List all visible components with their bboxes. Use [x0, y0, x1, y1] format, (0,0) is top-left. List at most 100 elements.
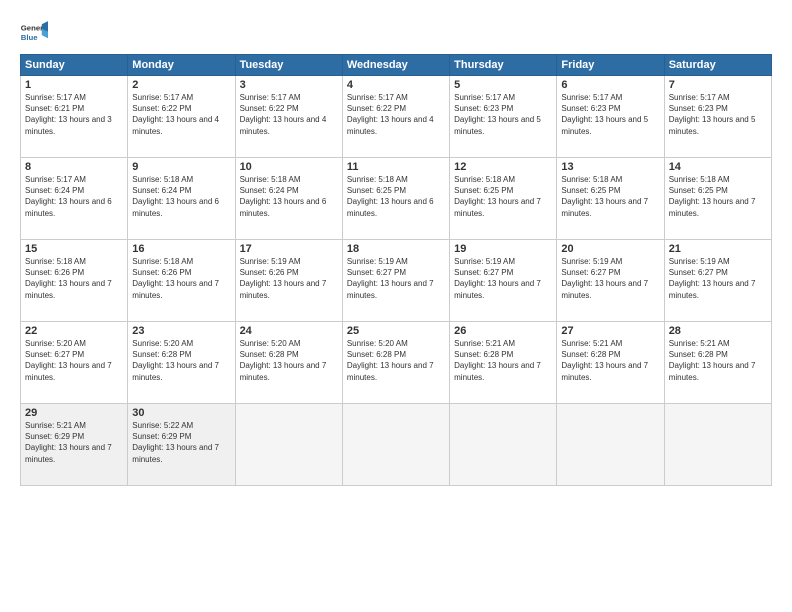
calendar-cell: 15Sunrise: 5:18 AMSunset: 6:26 PMDayligh…: [21, 240, 128, 322]
day-number: 4: [347, 79, 445, 91]
calendar-cell: 13Sunrise: 5:18 AMSunset: 6:25 PMDayligh…: [557, 158, 664, 240]
day-number: 13: [561, 161, 659, 173]
calendar-cell: 6Sunrise: 5:17 AMSunset: 6:23 PMDaylight…: [557, 76, 664, 158]
day-info: Sunrise: 5:20 AMSunset: 6:28 PMDaylight:…: [347, 338, 445, 383]
day-info: Sunrise: 5:18 AMSunset: 6:25 PMDaylight:…: [669, 174, 767, 219]
calendar-cell: 17Sunrise: 5:19 AMSunset: 6:26 PMDayligh…: [235, 240, 342, 322]
calendar-cell: [235, 404, 342, 486]
day-info: Sunrise: 5:18 AMSunset: 6:25 PMDaylight:…: [561, 174, 659, 219]
calendar-cell: 1Sunrise: 5:17 AMSunset: 6:21 PMDaylight…: [21, 76, 128, 158]
day-number: 22: [25, 325, 123, 337]
day-info: Sunrise: 5:22 AMSunset: 6:29 PMDaylight:…: [132, 420, 230, 465]
calendar-cell: 18Sunrise: 5:19 AMSunset: 6:27 PMDayligh…: [342, 240, 449, 322]
calendar-cell: 29Sunrise: 5:21 AMSunset: 6:29 PMDayligh…: [21, 404, 128, 486]
calendar-cell: 19Sunrise: 5:19 AMSunset: 6:27 PMDayligh…: [450, 240, 557, 322]
day-info: Sunrise: 5:17 AMSunset: 6:23 PMDaylight:…: [561, 92, 659, 137]
calendar-cell: 8Sunrise: 5:17 AMSunset: 6:24 PMDaylight…: [21, 158, 128, 240]
page: General Blue SundayMondayTuesdayWednesda…: [0, 0, 792, 612]
weekday-header-wednesday: Wednesday: [342, 55, 449, 76]
day-number: 12: [454, 161, 552, 173]
weekday-header-thursday: Thursday: [450, 55, 557, 76]
calendar-cell: 27Sunrise: 5:21 AMSunset: 6:28 PMDayligh…: [557, 322, 664, 404]
day-info: Sunrise: 5:19 AMSunset: 6:27 PMDaylight:…: [454, 256, 552, 301]
day-number: 5: [454, 79, 552, 91]
calendar-cell: 11Sunrise: 5:18 AMSunset: 6:25 PMDayligh…: [342, 158, 449, 240]
day-info: Sunrise: 5:17 AMSunset: 6:22 PMDaylight:…: [240, 92, 338, 137]
day-info: Sunrise: 5:18 AMSunset: 6:24 PMDaylight:…: [132, 174, 230, 219]
day-info: Sunrise: 5:17 AMSunset: 6:23 PMDaylight:…: [669, 92, 767, 137]
calendar-body: 1Sunrise: 5:17 AMSunset: 6:21 PMDaylight…: [21, 76, 772, 486]
calendar-cell: 2Sunrise: 5:17 AMSunset: 6:22 PMDaylight…: [128, 76, 235, 158]
day-number: 30: [132, 407, 230, 419]
weekday-header-friday: Friday: [557, 55, 664, 76]
calendar-cell: 10Sunrise: 5:18 AMSunset: 6:24 PMDayligh…: [235, 158, 342, 240]
day-info: Sunrise: 5:17 AMSunset: 6:22 PMDaylight:…: [347, 92, 445, 137]
day-info: Sunrise: 5:18 AMSunset: 6:26 PMDaylight:…: [132, 256, 230, 301]
calendar-cell: 25Sunrise: 5:20 AMSunset: 6:28 PMDayligh…: [342, 322, 449, 404]
weekday-header-row: SundayMondayTuesdayWednesdayThursdayFrid…: [21, 55, 772, 76]
day-number: 17: [240, 243, 338, 255]
general-blue-logo-icon: General Blue: [20, 18, 48, 46]
day-info: Sunrise: 5:20 AMSunset: 6:27 PMDaylight:…: [25, 338, 123, 383]
calendar-cell: 3Sunrise: 5:17 AMSunset: 6:22 PMDaylight…: [235, 76, 342, 158]
calendar-cell: [342, 404, 449, 486]
day-info: Sunrise: 5:18 AMSunset: 6:26 PMDaylight:…: [25, 256, 123, 301]
day-number: 2: [132, 79, 230, 91]
calendar-cell: 4Sunrise: 5:17 AMSunset: 6:22 PMDaylight…: [342, 76, 449, 158]
weekday-header-sunday: Sunday: [21, 55, 128, 76]
day-info: Sunrise: 5:19 AMSunset: 6:26 PMDaylight:…: [240, 256, 338, 301]
day-info: Sunrise: 5:20 AMSunset: 6:28 PMDaylight:…: [240, 338, 338, 383]
calendar-week-2: 8Sunrise: 5:17 AMSunset: 6:24 PMDaylight…: [21, 158, 772, 240]
calendar-cell: 22Sunrise: 5:20 AMSunset: 6:27 PMDayligh…: [21, 322, 128, 404]
day-info: Sunrise: 5:21 AMSunset: 6:28 PMDaylight:…: [669, 338, 767, 383]
calendar-cell: 12Sunrise: 5:18 AMSunset: 6:25 PMDayligh…: [450, 158, 557, 240]
day-number: 27: [561, 325, 659, 337]
day-number: 14: [669, 161, 767, 173]
calendar-cell: 21Sunrise: 5:19 AMSunset: 6:27 PMDayligh…: [664, 240, 771, 322]
day-info: Sunrise: 5:17 AMSunset: 6:23 PMDaylight:…: [454, 92, 552, 137]
day-number: 11: [347, 161, 445, 173]
day-number: 29: [25, 407, 123, 419]
day-info: Sunrise: 5:17 AMSunset: 6:21 PMDaylight:…: [25, 92, 123, 137]
day-number: 3: [240, 79, 338, 91]
day-number: 20: [561, 243, 659, 255]
calendar-cell: 24Sunrise: 5:20 AMSunset: 6:28 PMDayligh…: [235, 322, 342, 404]
day-info: Sunrise: 5:18 AMSunset: 6:24 PMDaylight:…: [240, 174, 338, 219]
weekday-header-monday: Monday: [128, 55, 235, 76]
day-info: Sunrise: 5:20 AMSunset: 6:28 PMDaylight:…: [132, 338, 230, 383]
calendar-week-3: 15Sunrise: 5:18 AMSunset: 6:26 PMDayligh…: [21, 240, 772, 322]
day-number: 24: [240, 325, 338, 337]
calendar-cell: 20Sunrise: 5:19 AMSunset: 6:27 PMDayligh…: [557, 240, 664, 322]
day-number: 10: [240, 161, 338, 173]
logo: General Blue: [20, 18, 48, 46]
day-info: Sunrise: 5:21 AMSunset: 6:28 PMDaylight:…: [561, 338, 659, 383]
day-number: 9: [132, 161, 230, 173]
day-number: 6: [561, 79, 659, 91]
day-info: Sunrise: 5:18 AMSunset: 6:25 PMDaylight:…: [347, 174, 445, 219]
calendar-cell: 7Sunrise: 5:17 AMSunset: 6:23 PMDaylight…: [664, 76, 771, 158]
calendar-cell: 30Sunrise: 5:22 AMSunset: 6:29 PMDayligh…: [128, 404, 235, 486]
day-info: Sunrise: 5:18 AMSunset: 6:25 PMDaylight:…: [454, 174, 552, 219]
weekday-header-tuesday: Tuesday: [235, 55, 342, 76]
day-number: 25: [347, 325, 445, 337]
calendar-cell: 14Sunrise: 5:18 AMSunset: 6:25 PMDayligh…: [664, 158, 771, 240]
day-number: 16: [132, 243, 230, 255]
day-info: Sunrise: 5:21 AMSunset: 6:29 PMDaylight:…: [25, 420, 123, 465]
day-number: 18: [347, 243, 445, 255]
calendar-cell: [450, 404, 557, 486]
calendar-cell: [664, 404, 771, 486]
day-number: 23: [132, 325, 230, 337]
calendar-week-4: 22Sunrise: 5:20 AMSunset: 6:27 PMDayligh…: [21, 322, 772, 404]
calendar-cell: 26Sunrise: 5:21 AMSunset: 6:28 PMDayligh…: [450, 322, 557, 404]
day-number: 1: [25, 79, 123, 91]
day-number: 19: [454, 243, 552, 255]
calendar-week-5: 29Sunrise: 5:21 AMSunset: 6:29 PMDayligh…: [21, 404, 772, 486]
day-number: 7: [669, 79, 767, 91]
calendar-cell: 28Sunrise: 5:21 AMSunset: 6:28 PMDayligh…: [664, 322, 771, 404]
day-info: Sunrise: 5:19 AMSunset: 6:27 PMDaylight:…: [347, 256, 445, 301]
day-number: 21: [669, 243, 767, 255]
weekday-header-saturday: Saturday: [664, 55, 771, 76]
calendar-week-1: 1Sunrise: 5:17 AMSunset: 6:21 PMDaylight…: [21, 76, 772, 158]
calendar-cell: 23Sunrise: 5:20 AMSunset: 6:28 PMDayligh…: [128, 322, 235, 404]
header: General Blue: [20, 18, 772, 46]
